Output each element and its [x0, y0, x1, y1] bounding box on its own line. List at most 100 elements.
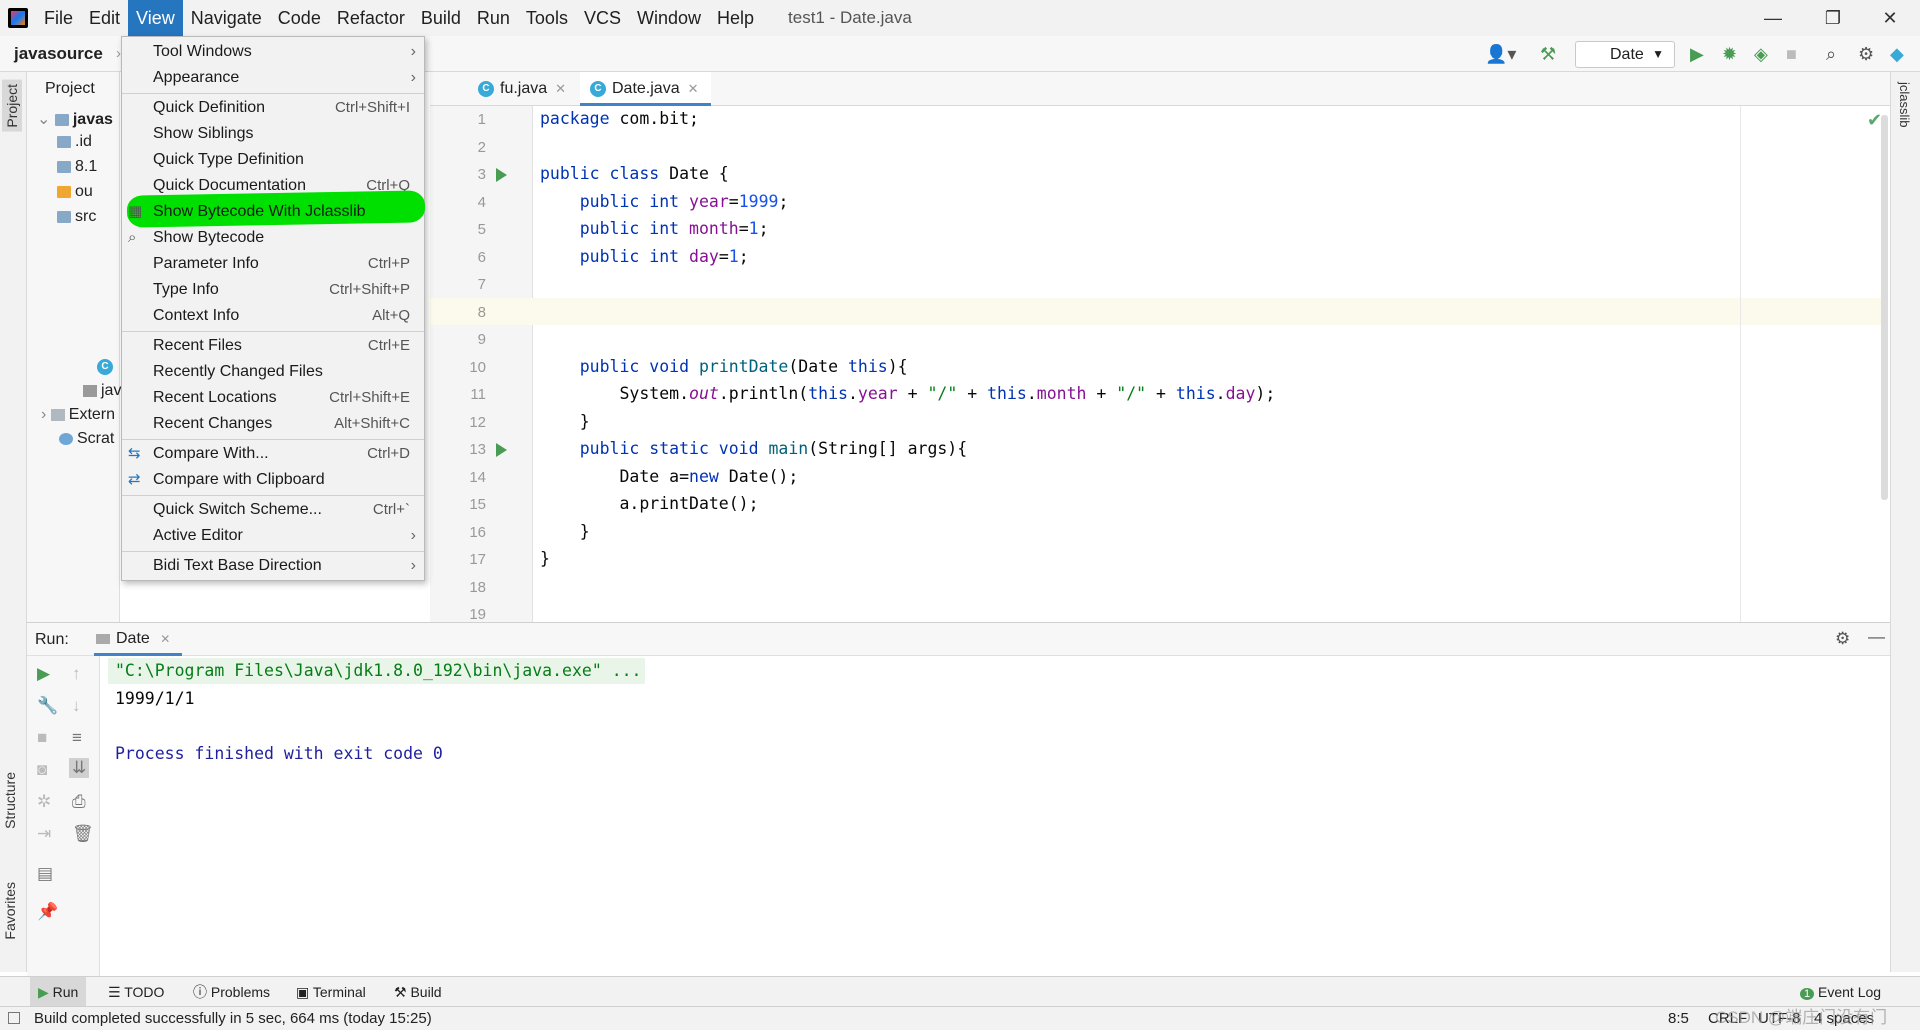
- menu-item-recent-locations[interactable]: Recent Locations Ctrl+Shift+E: [122, 385, 424, 411]
- favorites-tool-tab[interactable]: Favorites: [2, 882, 18, 940]
- soft-wrap-icon[interactable]: ≡: [72, 728, 82, 748]
- menu-item-show-bytecode[interactable]: ⌕ Show Bytecode: [122, 225, 424, 251]
- tree-row-out[interactable]: ou: [57, 183, 93, 201]
- menu-item-active-editor[interactable]: Active Editor ›: [122, 523, 424, 549]
- tree-row-idea[interactable]: .id: [57, 133, 92, 151]
- tree-row-src[interactable]: src: [57, 208, 96, 226]
- structure-tool-tab[interactable]: Structure: [2, 772, 18, 829]
- tab-fu-java[interactable]: C fu.java ✕: [468, 72, 566, 106]
- menu-item-recent-files[interactable]: Recent Files Ctrl+E: [122, 333, 424, 359]
- exit-icon[interactable]: ✲: [37, 792, 51, 812]
- tree-row-java-file[interactable]: jav: [83, 382, 121, 400]
- up-arrow-icon[interactable]: ↑: [72, 664, 81, 684]
- print-icon[interactable]: ⎙: [72, 792, 86, 812]
- jclasslib-tool-tab[interactable]: jclasslib: [1897, 82, 1912, 128]
- menu-item-parameter-info[interactable]: Parameter Info Ctrl+P: [122, 251, 424, 277]
- tree-row-8[interactable]: 8.1: [57, 158, 97, 176]
- toolbox-icon[interactable]: ◆: [1890, 44, 1904, 65]
- menu-view[interactable]: View: [128, 0, 183, 36]
- scroll-to-end-icon[interactable]: ⇊: [69, 758, 90, 778]
- watermark: CSDN @端庄门没有门: [1715, 1008, 1888, 1027]
- menu-item-quick-type-definition[interactable]: Quick Type Definition: [122, 147, 424, 173]
- menu-refactor[interactable]: Refactor: [329, 0, 413, 36]
- search-icon[interactable]: ⌕: [1826, 44, 1836, 65]
- menu-item-recently-changed-files[interactable]: Recently Changed Files: [122, 359, 424, 385]
- coverage-icon[interactable]: ◈: [1754, 44, 1768, 65]
- menu-item-context-info[interactable]: Context Info Alt+Q: [122, 303, 424, 329]
- stop-icon[interactable]: ■: [37, 728, 47, 748]
- menu-item-bidi-text-direction[interactable]: Bidi Text Base Direction ›: [122, 553, 424, 579]
- menu-item-tool-windows[interactable]: Tool Windows ›: [122, 39, 424, 65]
- caret-position[interactable]: 8:5: [1668, 1010, 1689, 1027]
- tree-row-scratches[interactable]: Scrat: [59, 430, 114, 448]
- menu-item-quick-switch-scheme[interactable]: Quick Switch Scheme... Ctrl+`: [122, 497, 424, 523]
- run-tab-date[interactable]: Date ✕: [94, 622, 183, 656]
- rerun-icon[interactable]: ▶: [37, 664, 50, 684]
- breadcrumb[interactable]: javasource: [14, 44, 103, 64]
- tool-tab-build[interactable]: ⚒ Build: [394, 977, 442, 1007]
- close-icon[interactable]: ✕: [688, 81, 699, 96]
- restore-button[interactable]: ❐: [1803, 0, 1863, 36]
- menu-window[interactable]: Window: [629, 0, 709, 36]
- no-problems-check-icon[interactable]: ✔: [1867, 110, 1882, 131]
- run-main-gutter-icon[interactable]: [496, 443, 507, 457]
- menu-help[interactable]: Help: [709, 0, 762, 36]
- close-icon[interactable]: ✕: [555, 81, 566, 96]
- folder-icon: [57, 135, 71, 148]
- restore-layout-icon[interactable]: ⇥: [37, 824, 51, 844]
- code-line-5: public int month=1;: [540, 219, 769, 238]
- hide-panel-icon[interactable]: —: [1868, 627, 1885, 647]
- tree-row-class[interactable]: C: [97, 356, 113, 375]
- tool-tab-problems[interactable]: ⓘ Problems: [193, 977, 270, 1007]
- user-icon[interactable]: 👤▾: [1485, 44, 1516, 65]
- down-arrow-icon[interactable]: ↓: [72, 696, 81, 716]
- tool-tab-todo[interactable]: ☰ TODO: [108, 977, 164, 1007]
- pin-icon[interactable]: 📌: [37, 902, 58, 922]
- tree-row-root[interactable]: ⌄ javas: [37, 109, 113, 129]
- hammer-icon[interactable]: ⚒: [1540, 44, 1556, 65]
- editor-scrollbar[interactable]: [1881, 115, 1888, 500]
- menu-edit[interactable]: Edit: [81, 0, 128, 36]
- tab-date-java[interactable]: C Date.java ✕: [580, 72, 711, 106]
- close-button[interactable]: ✕: [1860, 0, 1920, 36]
- menu-vcs[interactable]: VCS: [576, 0, 629, 36]
- console-output[interactable]: [100, 656, 1890, 976]
- tool-tab-run[interactable]: ▶ Run: [30, 977, 87, 1007]
- run-class-gutter-icon[interactable]: [496, 168, 507, 182]
- run-toolbar: ▶ ↑ 🔧 ↓ ■ ≡ ◙ ⇊ ✲ ⎙ ⇥ 🗑 ▤ 📌: [27, 656, 100, 976]
- menu-tools[interactable]: Tools: [518, 0, 576, 36]
- wrench-icon[interactable]: 🔧: [37, 696, 58, 716]
- code-line-17: }: [540, 549, 550, 568]
- menu-item-show-bytecode-jclasslib[interactable]: ▦ Show Bytecode With Jclasslib: [122, 199, 424, 225]
- console-line: Process finished with exit code 0: [115, 744, 443, 763]
- camera-icon[interactable]: ◙: [37, 760, 47, 780]
- menu-build[interactable]: Build: [413, 0, 469, 36]
- menu-file[interactable]: File: [36, 0, 81, 36]
- debug-icon[interactable]: ✹: [1722, 44, 1737, 65]
- status-toggle-icon[interactable]: [8, 1012, 20, 1024]
- menu-item-compare-clipboard[interactable]: ⇄ Compare with Clipboard: [122, 467, 424, 493]
- tool-tab-terminal[interactable]: ▣ Terminal: [296, 977, 366, 1007]
- menu-run[interactable]: Run: [469, 0, 518, 36]
- run-configuration-select[interactable]: Date ▼: [1575, 41, 1675, 68]
- menu-item-recent-changes[interactable]: Recent Changes Alt+Shift+C: [122, 411, 424, 437]
- close-icon[interactable]: ✕: [160, 632, 170, 646]
- menu-item-appearance[interactable]: Appearance ›: [122, 65, 424, 91]
- gear-icon[interactable]: ⚙: [1835, 629, 1850, 649]
- minimize-button[interactable]: —: [1743, 0, 1803, 36]
- menu-item-compare-with[interactable]: ⇆ Compare With... Ctrl+D: [122, 441, 424, 467]
- status-message: Build completed successfully in 5 sec, 6…: [34, 1010, 432, 1027]
- menu-item-quick-definition[interactable]: Quick Definition Ctrl+Shift+I: [122, 95, 424, 121]
- tree-row-external-libraries[interactable]: › Extern: [41, 406, 115, 424]
- gear-icon[interactable]: ⚙: [1858, 44, 1874, 65]
- stop-icon[interactable]: ■: [1786, 44, 1797, 65]
- layout-icon[interactable]: ▤: [37, 864, 53, 884]
- project-tool-tab[interactable]: Project: [2, 80, 22, 132]
- terminal-icon: ▣: [296, 984, 313, 1000]
- menu-code[interactable]: Code: [270, 0, 329, 36]
- trash-icon[interactable]: 🗑: [72, 824, 94, 844]
- menu-item-type-info[interactable]: Type Info Ctrl+Shift+P: [122, 277, 424, 303]
- menu-item-show-siblings[interactable]: Show Siblings: [122, 121, 424, 147]
- run-icon[interactable]: ▶: [1690, 44, 1704, 65]
- menu-navigate[interactable]: Navigate: [183, 0, 270, 36]
